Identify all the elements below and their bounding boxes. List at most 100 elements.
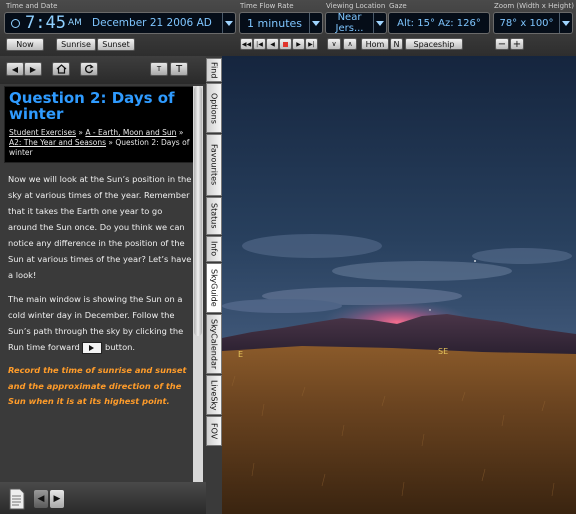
arrow-right-icon: ▶ (53, 494, 61, 504)
step-back-button[interactable]: |◀ (253, 38, 266, 50)
refresh-icon (85, 64, 94, 74)
scrollbar-thumb[interactable] (194, 86, 202, 336)
breadcrumb: Student Exercises » A - Earth, Moon and … (9, 128, 193, 158)
zoom-group-label: Zoom (Width x Height) (494, 2, 574, 10)
time-flow-dropdown-button[interactable] (309, 13, 322, 33)
sky-scene[interactable] (222, 56, 576, 514)
home-button[interactable]: Hom (361, 38, 389, 50)
plus-icon: + (512, 38, 522, 50)
chevron-down-icon (562, 20, 570, 26)
run-forward-inline-button[interactable] (82, 341, 103, 354)
rewind-fast-button[interactable]: ◀◀ (240, 38, 253, 50)
chevron-down-icon (376, 20, 384, 26)
clock-settings-icon[interactable] (5, 18, 25, 28)
breadcrumb-separator: » (106, 138, 116, 147)
now-button[interactable]: Now (6, 38, 44, 51)
refresh-button[interactable] (80, 62, 98, 76)
tab-label: Favourites (209, 144, 219, 186)
date-dropdown-button[interactable] (222, 13, 235, 33)
skyguide-bottom-bar: ◀ ▶ (0, 482, 206, 514)
chevron-up-icon: ∧ (347, 40, 353, 48)
breadcrumb-link-year-seasons[interactable]: A2: The Year and Seasons (9, 138, 106, 147)
tab-info[interactable]: Info (206, 236, 222, 262)
intro-paragraph: Now we will look at the Sun’s position i… (8, 174, 192, 280)
play-icon: ▶ (296, 40, 301, 48)
skyguide-toolbar: ◀ ▶ T T (0, 56, 206, 84)
clock-ampm: AM (67, 18, 82, 28)
tab-favourites[interactable]: Favourites (206, 134, 222, 196)
tab-label: LiveSky (209, 379, 219, 411)
sky-view[interactable]: E SE (222, 56, 576, 514)
previous-page-button[interactable]: ◀ (34, 490, 48, 508)
location-value: Near Jers... (335, 12, 364, 34)
sunrise-button[interactable]: Sunrise (56, 38, 96, 51)
zoom-display[interactable]: 78° x 100° (493, 12, 573, 34)
location-dropdown-button[interactable] (373, 13, 386, 33)
sunset-button[interactable]: Sunset (97, 38, 135, 51)
north-button[interactable]: N (390, 38, 403, 50)
tab-find[interactable]: Find (206, 58, 222, 82)
gaze-value: Alt: 15° Az: 126° (397, 17, 481, 29)
tab-label: Find (209, 61, 219, 79)
instructions-paragraph: The main window is showing the Sun on a … (8, 291, 194, 355)
zoom-out-button[interactable]: − (495, 38, 509, 50)
text-smaller-button[interactable]: T (150, 62, 168, 76)
spaceship-button[interactable]: Spaceship (405, 38, 463, 50)
chevron-down-icon: ∨ (331, 40, 337, 48)
location-up-button[interactable]: ∧ (343, 38, 357, 50)
document-button[interactable] (8, 488, 26, 510)
time-date-group-label: Time and Date (6, 2, 58, 10)
tab-label: Status (209, 203, 219, 229)
text-larger-icon: T (175, 63, 183, 75)
rewind-fast-icon: ◀◀ (241, 40, 252, 48)
next-page-button[interactable]: ▶ (50, 490, 64, 508)
location-down-button[interactable]: ∨ (327, 38, 341, 50)
text-smaller-icon: T (156, 65, 162, 73)
skyguide-panel: ◀ ▶ T T Question 2: Days of winter Stude… (0, 56, 206, 514)
star (429, 309, 431, 311)
task-instruction: Record the time of sunrise and sunset an… (8, 365, 187, 406)
instructions-text-end: button. (105, 342, 136, 352)
step-back-icon: |◀ (256, 40, 263, 48)
time-date-display[interactable]: 7:45 AM December 21 2006 AD (4, 12, 236, 34)
arrow-left-icon: ◀ (37, 494, 45, 504)
zoom-in-button[interactable]: + (510, 38, 524, 50)
breadcrumb-link-student-exercises[interactable]: Student Exercises (9, 128, 76, 137)
home-page-button[interactable] (52, 62, 70, 76)
stop-icon (283, 41, 288, 47)
breadcrumb-separator: » (176, 128, 184, 137)
arrow-right-icon: ▶ (29, 64, 37, 74)
run-back-button[interactable]: ◀ (266, 38, 279, 50)
tab-options[interactable]: Options (206, 83, 222, 133)
breadcrumb-link-earth-moon-sun[interactable]: A - Earth, Moon and Sun (85, 128, 176, 137)
document-icon (9, 488, 25, 510)
top-toolbar: Time and Date 7:45 AM December 21 2006 A… (0, 0, 576, 56)
run-forward-button[interactable]: ▶ (292, 38, 305, 50)
tab-fov[interactable]: FOV (206, 416, 222, 446)
location-display[interactable]: Near Jers... (325, 12, 387, 34)
content-scrollbar[interactable] (193, 86, 203, 482)
play-back-icon: ◀ (270, 40, 275, 48)
text-larger-button[interactable]: T (170, 62, 188, 76)
stop-button[interactable] (279, 38, 292, 50)
tab-status[interactable]: Status (206, 197, 222, 235)
step-forward-icon: ▶| (308, 40, 315, 48)
tab-skycalendar[interactable]: SkyCalendar (206, 314, 222, 374)
compass-label-southeast: SE (438, 347, 449, 356)
forward-button[interactable]: ▶ (24, 62, 42, 76)
time-flow-group-label: Time Flow Rate (240, 2, 294, 10)
tab-label: Options (209, 92, 219, 124)
side-tabs: Find Options Favourites Status Info SkyGuide S… (206, 56, 222, 514)
tab-livesky[interactable]: LiveSky (206, 375, 222, 415)
step-forward-button[interactable]: ▶| (305, 38, 318, 50)
back-button[interactable]: ◀ (6, 62, 24, 76)
gaze-display[interactable]: Alt: 15° Az: 126° (388, 12, 490, 34)
tab-label: FOV (209, 422, 219, 440)
tab-label: SkyGuide (209, 269, 219, 307)
gaze-group-label: Gaze (389, 2, 407, 10)
tab-label: SkyCalendar (209, 318, 219, 370)
date-text: December 21 2006 AD (92, 17, 212, 29)
tab-skyguide[interactable]: SkyGuide (206, 263, 222, 313)
zoom-dropdown-button[interactable] (559, 13, 572, 33)
time-flow-display[interactable]: 1 minutes (239, 12, 323, 34)
